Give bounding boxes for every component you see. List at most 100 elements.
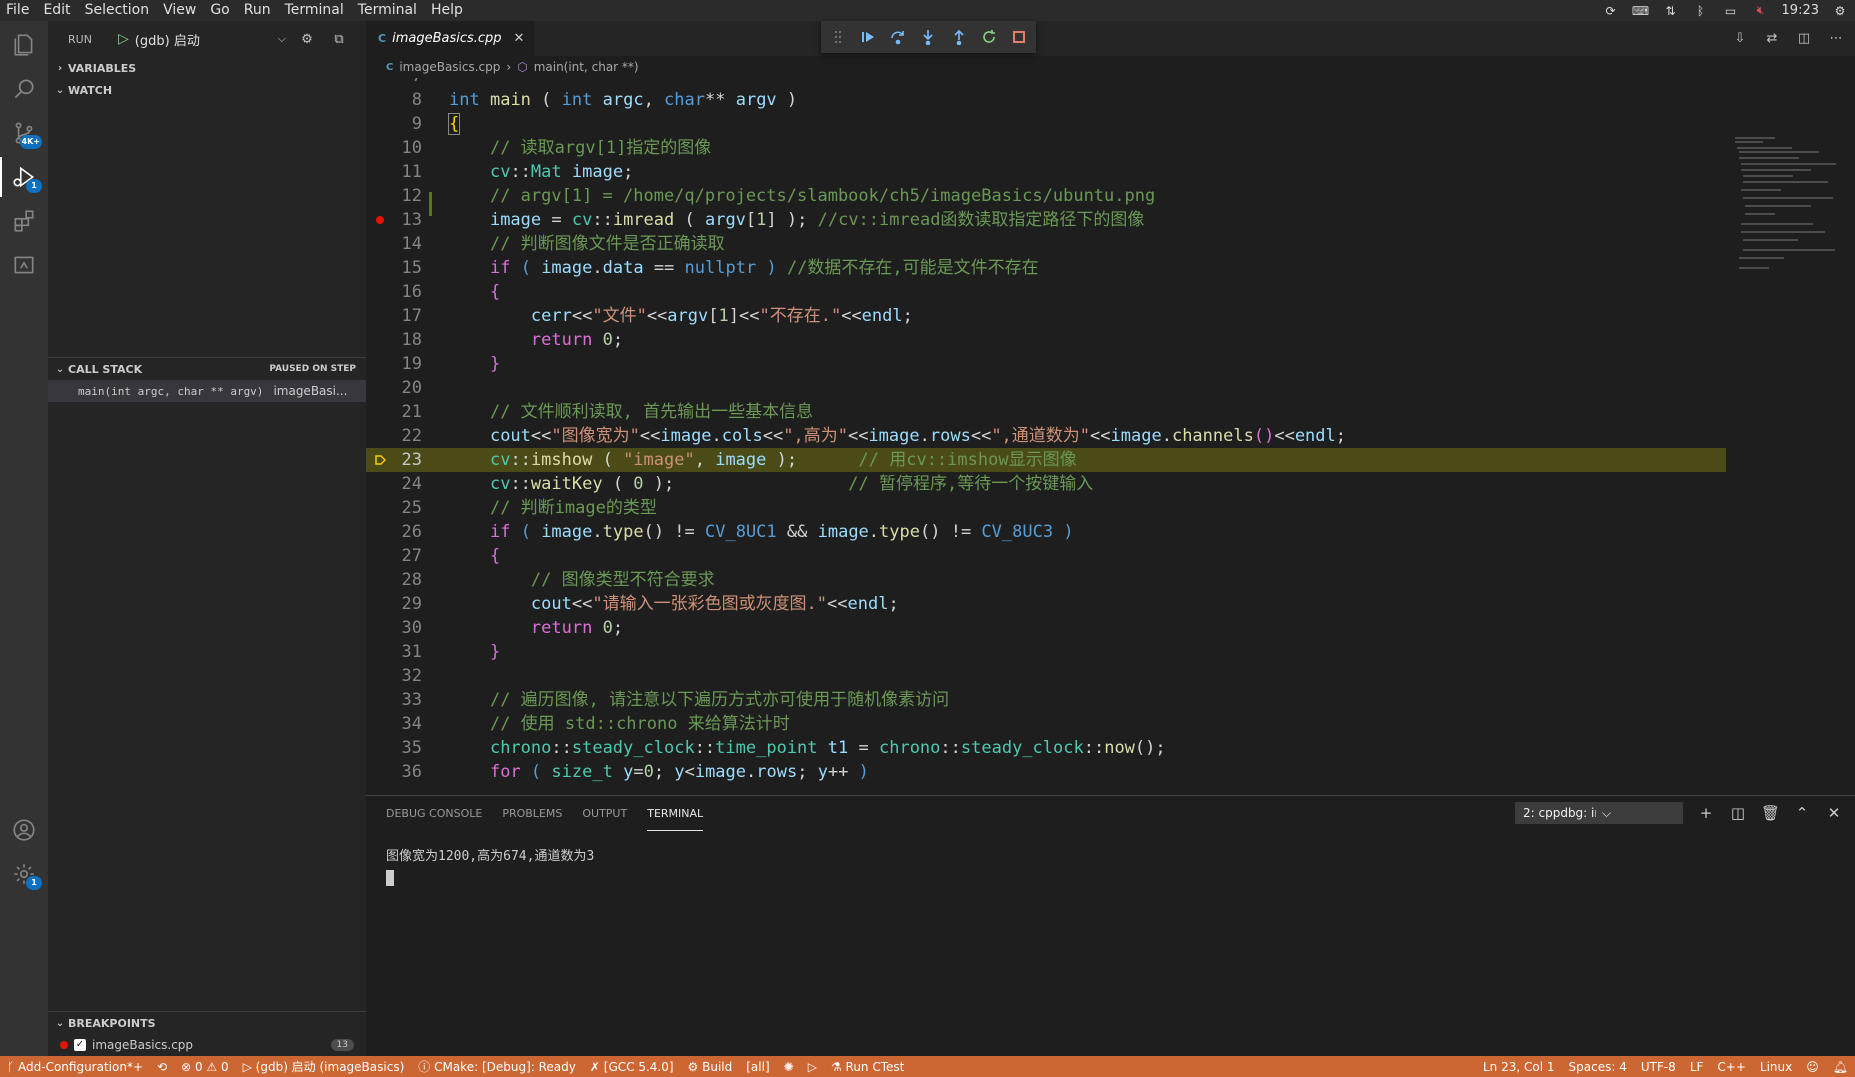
breadcrumb-file[interactable]: imageBasics.cpp [399,60,500,74]
callstack-section[interactable]: ⌄ CALL STACK PAUSED ON STEP [48,358,366,380]
remote-explorer-icon[interactable] [0,241,48,289]
eol[interactable]: LF [1683,1060,1711,1074]
build-item[interactable]: ⚙ Build [681,1060,740,1074]
tab-problems[interactable]: PROBLEMS [502,796,562,831]
close-panel-icon[interactable]: ✕ [1825,804,1843,822]
clock[interactable]: 19:23 [1782,3,1819,18]
watch-section[interactable]: ⌄ WATCH [48,79,366,101]
cursor-position[interactable]: Ln 23, Col 1 [1476,1060,1562,1074]
build-target-item[interactable]: [all] [739,1060,776,1074]
sync-icon[interactable]: ⟳ [1602,4,1620,18]
terminal-output[interactable]: 图像宽为1200,高为674,通道数为3 [366,831,1855,904]
new-terminal-icon[interactable]: + [1697,804,1715,822]
bluetooth-icon[interactable]: ᛒ [1692,4,1710,18]
language-mode[interactable]: C++ [1710,1060,1753,1074]
code-line[interactable]: 12 // argv[1] = /home/q/projects/slamboo… [366,184,1726,208]
step-out-icon[interactable] [948,26,969,48]
extensions-icon[interactable] [0,197,48,245]
notifications-bell-icon[interactable]: 🔔︎ [1826,1060,1855,1074]
code-line[interactable]: 34 // 使用 std::chrono 来给算法计时 [366,712,1726,736]
indentation[interactable]: Spaces: 4 [1562,1060,1634,1074]
debug-target-item[interactable]: ▷ (gdb) 启动 (imageBasics) [236,1058,412,1075]
battery-icon[interactable]: ▭ [1722,4,1740,18]
cmake-status-item[interactable]: ⓘ CMake: [Debug]: Ready [411,1058,583,1075]
variables-section[interactable]: › VARIABLES [48,57,366,79]
volume-muted-icon[interactable]: 🔇︎ [1752,3,1770,18]
menu-run[interactable]: Run [237,0,278,21]
code-line[interactable]: 26 if ( image.type() != CV_8UC1 && image… [366,520,1726,544]
terminal-select[interactable]: 2: cppdbg: imageBasics ⌵ [1515,802,1683,824]
more-actions-icon[interactable]: ⋯ [1825,28,1847,50]
maximize-panel-icon[interactable]: ⌃ [1793,804,1811,822]
breadcrumb-symbol[interactable]: main(int, char **) [534,60,639,74]
network-icon[interactable]: ⇅ [1662,4,1680,18]
code-line[interactable]: 30 return 0; [366,616,1726,640]
menu-go[interactable]: Go [203,0,236,21]
debug-config-select[interactable]: ▷ (gdb) 启动 ⌵ [118,28,286,50]
run-debug-icon[interactable]: 1 [0,153,48,201]
run-icon[interactable]: ▷ [801,1060,824,1074]
remote-branch-item[interactable]: ᚴ Add-Configuration*+ [0,1060,150,1074]
start-debugging-icon[interactable]: ▷ [118,31,129,47]
step-into-icon[interactable] [918,26,939,48]
trash-icon[interactable]: 🗑︎ [1761,804,1780,822]
stack-frame[interactable]: main(int argc, char ** argv) imageBasi..… [48,380,366,402]
step-over-icon[interactable] [888,26,909,48]
code-line[interactable]: 28 // 图像类型不符合要求 [366,568,1726,592]
code-line[interactable]: 31 } [366,640,1726,664]
code-line[interactable]: 17 cerr<<"文件"<<argv[1]<<"不存在."<<endl; [366,304,1726,328]
restart-icon[interactable] [978,26,999,48]
breakpoint-item[interactable]: ✓ imageBasics.cpp 13 [48,1034,366,1056]
encoding[interactable]: UTF-8 [1634,1060,1683,1074]
feedback-icon[interactable]: ☺ [1799,1060,1826,1074]
drag-handle-icon[interactable] [827,26,848,48]
code-line[interactable]: 20 [366,376,1726,400]
code-line[interactable]: 32 [366,664,1726,688]
keyboard-icon[interactable]: ⌨ [1632,4,1650,18]
code-line[interactable]: 35 chrono::steady_clock::time_point t1 =… [366,736,1726,760]
code-line[interactable]: 8 int main ( int argc, char** argv ) [366,88,1726,112]
split-editor-icon[interactable]: ◫ [1793,28,1815,50]
problems-item[interactable]: ⊗ 0 ⚠ 0 [174,1060,236,1074]
code-line[interactable]: 25 // 判断image的类型 [366,496,1726,520]
sync-icon[interactable]: ⟲ [150,1060,174,1074]
search-icon[interactable] [0,65,48,113]
manage-gear-icon[interactable]: 1 [0,850,48,898]
code-line[interactable]: 16 { [366,280,1726,304]
explorer-icon[interactable] [0,21,48,69]
menu-terminal[interactable]: Terminal [278,0,351,21]
code-line[interactable]: 29 cout<<"请输入一张彩色图或灰度图."<<endl; [366,592,1726,616]
run-ctest-item[interactable]: ⚗ Run CTest [824,1060,911,1074]
gear-icon[interactable]: ⚙ [296,28,318,50]
close-icon[interactable]: ✕ [514,31,525,46]
code-line[interactable]: 14 // 判断图像文件是否正确读取 [366,232,1726,256]
code-line[interactable]: 18 return 0; [366,328,1726,352]
breakpoint-checkbox[interactable]: ✓ [74,1039,86,1051]
code-line[interactable]: 27 { [366,544,1726,568]
menu-help[interactable]: Help [424,0,470,21]
kit-item[interactable]: ✗ [GCC 5.4.0] [583,1060,681,1074]
menu-file[interactable]: File [0,0,36,21]
code-line[interactable]: 24 cv::waitKey ( 0 ); // 暂停程序,等待一个按键输入 [366,472,1726,496]
power-gear-icon[interactable]: ⚙ [1831,4,1849,18]
code-line[interactable]: 19 } [366,352,1726,376]
code-line[interactable]: 15 if ( image.data == nullptr ) //数据不存在,… [366,256,1726,280]
tab-imagebasics[interactable]: C imageBasics.cpp ✕ [366,21,535,56]
breakpoints-section[interactable]: ⌄ BREAKPOINTS [48,1012,366,1034]
code-line[interactable]: 36 for ( size_t y=0; y<image.rows; y++ ) [366,760,1726,784]
tab-output[interactable]: OUTPUT [582,796,627,831]
code-line[interactable]: 9{ [366,112,1726,136]
stop-icon[interactable] [1009,26,1030,48]
menu-view[interactable]: View [156,0,203,21]
continue-icon[interactable] [857,26,878,48]
current-code-line[interactable]: 23 cv::imshow ( "image", image ); // 用cv… [366,448,1726,472]
source-control-icon[interactable]: 4K+ [0,109,48,157]
accounts-icon[interactable] [0,806,48,854]
code-line[interactable]: 21 // 文件顺利读取, 首先输出一些基本信息 [366,400,1726,424]
platform[interactable]: Linux [1753,1060,1799,1074]
code-line[interactable]: 22 cout<<"图像宽为"<<image.cols<<",高为"<<imag… [366,424,1726,448]
code-line[interactable]: 10 // 读取argv[1]指定的图像 [366,136,1726,160]
open-changes-icon[interactable]: ⇩ [1729,28,1751,50]
menu-selection[interactable]: Selection [78,0,157,21]
code-line[interactable]: 11 cv::Mat image; [366,160,1726,184]
